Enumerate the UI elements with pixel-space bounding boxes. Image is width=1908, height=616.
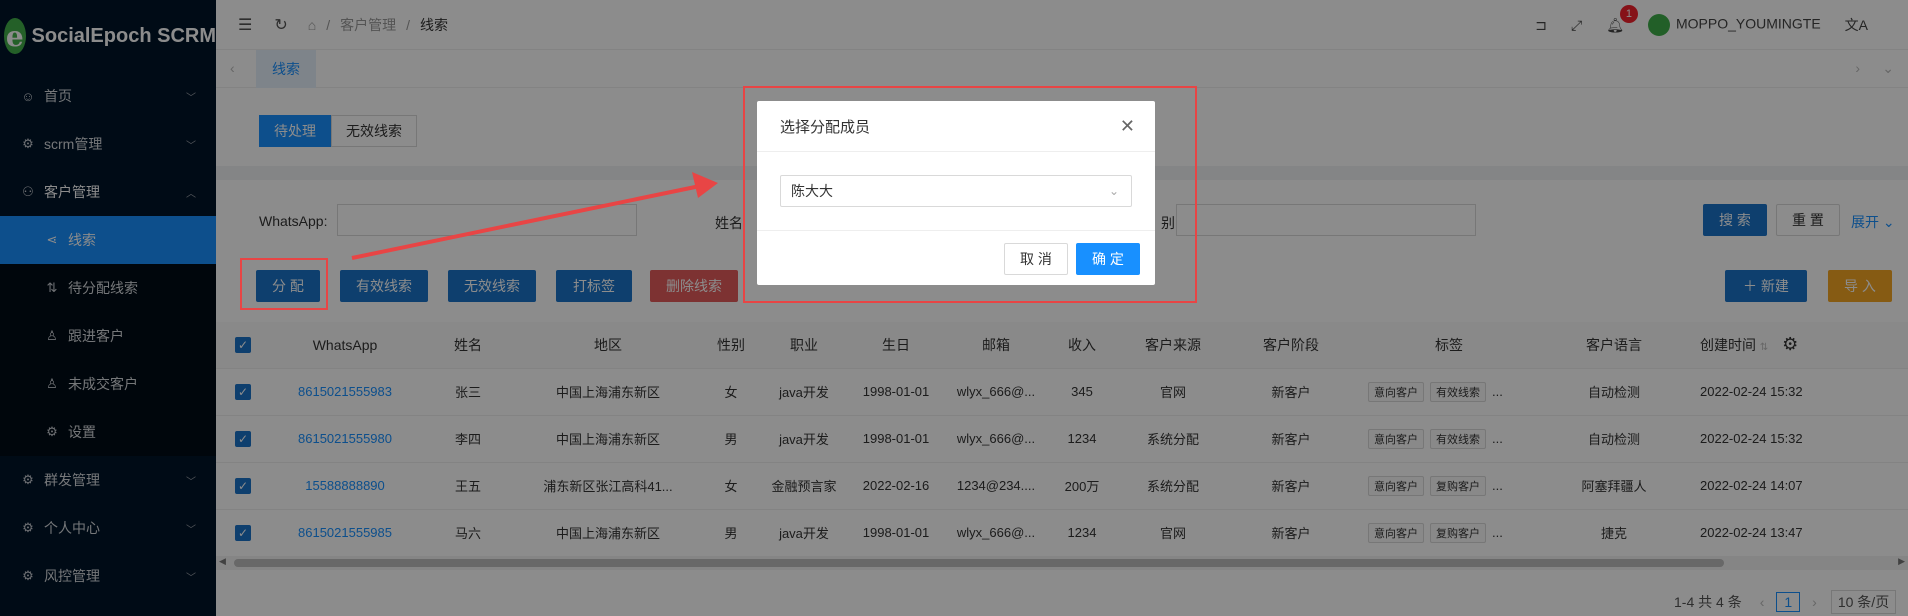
arrow-line [351,184,701,260]
annotation-arrow [351,172,718,260]
arrow-head [692,172,718,198]
